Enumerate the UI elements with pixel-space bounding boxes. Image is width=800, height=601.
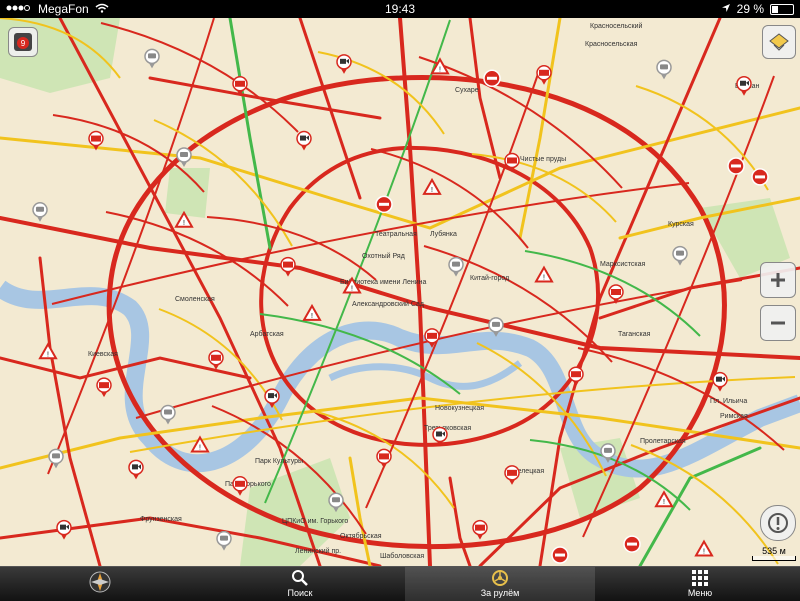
- battery-percent: 29 %: [736, 2, 764, 16]
- svg-text:!: !: [183, 220, 185, 227]
- closed-marker[interactable]: [375, 195, 393, 214]
- grid-menu-icon: [692, 570, 708, 586]
- label-smolenskaya: Смоленская: [175, 296, 215, 303]
- menu-label: Меню: [687, 588, 713, 598]
- map-view[interactable]: Сухаре Красносельский Красносельская Бау…: [0, 18, 800, 566]
- svg-text:!: !: [47, 351, 49, 358]
- label-frunzenskaya: Фрунзенская: [140, 516, 182, 523]
- label-park-gorkogo: Парк Горького: [225, 481, 271, 488]
- label-leninsky-pr: Ленинский пр.: [295, 547, 341, 555]
- closed-marker[interactable]: [751, 168, 769, 186]
- plus-icon: [771, 273, 785, 287]
- label-sukharevskaya: Сухаре: [455, 87, 479, 94]
- label-oktyabrskaya: Октябрьская: [340, 532, 382, 540]
- label-marksistskaya: Марксистская: [600, 261, 645, 268]
- closed-marker[interactable]: [727, 157, 745, 175]
- zoom-in-button[interactable]: [760, 262, 796, 298]
- svg-text:!: !: [439, 66, 441, 73]
- label-kitay-gorod: Китай-город: [470, 274, 509, 282]
- svg-text:!: !: [703, 549, 705, 556]
- label-park-kultury: Парк Культуры: [255, 458, 303, 465]
- label-novokuznetskaya: Новокузнецкая: [435, 405, 484, 412]
- label-taganskaya: Таганская: [618, 331, 651, 338]
- closed-marker[interactable]: [551, 546, 569, 564]
- scale-label: 535 м: [762, 546, 786, 556]
- label-okhotny-ryad: Охотный Ряд: [362, 252, 405, 260]
- label-kurskaya: Курская: [668, 221, 694, 228]
- zoom-out-button[interactable]: [760, 305, 796, 341]
- menu-button[interactable]: Меню: [670, 567, 730, 601]
- scale-bar: [752, 556, 796, 561]
- battery-level: [772, 5, 778, 13]
- svg-text:!: !: [311, 313, 313, 320]
- report-incident-button[interactable]: [760, 505, 796, 541]
- label-alexandrovsky-sad: Александровский Сад: [352, 300, 424, 308]
- exclamation-icon: [768, 513, 788, 533]
- svg-text:!: !: [431, 187, 433, 194]
- label-tspkio: ЦПКиО им. Горького: [282, 518, 348, 525]
- drive-mode-button[interactable]: За рулём: [405, 567, 595, 601]
- steering-wheel-icon: [492, 570, 508, 586]
- drive-mode-label: За рулём: [480, 588, 520, 598]
- svg-text:!: !: [543, 275, 545, 282]
- compass-button[interactable]: [70, 567, 130, 601]
- label-shabolovskaya: Шаболовская: [380, 552, 424, 560]
- traffic-camera-button[interactable]: 9: [8, 27, 38, 57]
- search-button[interactable]: Поиск: [270, 567, 330, 601]
- layers-button[interactable]: [762, 25, 796, 59]
- status-bar: MegaFon 19:43 29 %: [0, 0, 800, 18]
- minus-icon: [771, 321, 785, 325]
- label-tretyakovskaya: Третьяковская: [424, 425, 471, 432]
- compass-icon: [89, 571, 111, 593]
- label-pl-ilyicha: Пл. Ильича: [710, 398, 747, 405]
- svg-text:!: !: [351, 286, 353, 293]
- label-kievskaya: Киевская: [88, 351, 118, 358]
- closed-marker[interactable]: [623, 535, 641, 553]
- label-arbatskaya: Арбатская: [250, 330, 284, 338]
- label-chistye-prudy: Чистые пруды: [520, 156, 566, 163]
- label-teatralnaya: Театральная: [375, 231, 417, 238]
- layers-icon: [769, 33, 789, 51]
- battery-icon: [770, 3, 794, 15]
- label-lubyanka: Лубянка: [430, 230, 457, 238]
- svg-text:!: !: [199, 444, 201, 451]
- svg-text:9: 9: [21, 39, 26, 48]
- label-krasnoselsky: Красносельский: [590, 22, 642, 30]
- map-scale: 535 м: [752, 546, 796, 561]
- clock: 19:43: [384, 2, 416, 16]
- location-arrow-icon: [721, 2, 731, 16]
- search-icon: [292, 570, 308, 586]
- closed-marker[interactable]: [483, 69, 501, 88]
- bottom-toolbar: Поиск За рулём Меню: [0, 566, 800, 601]
- label-proletarskaya: Пролетарская: [640, 438, 686, 445]
- search-label: Поиск: [287, 588, 313, 598]
- traffic-light-icon: 9: [14, 33, 32, 51]
- svg-text:!: !: [663, 499, 665, 506]
- label-krasnoselskaya: Красносельская: [585, 41, 638, 48]
- label-rimskaya: Римская: [720, 413, 748, 420]
